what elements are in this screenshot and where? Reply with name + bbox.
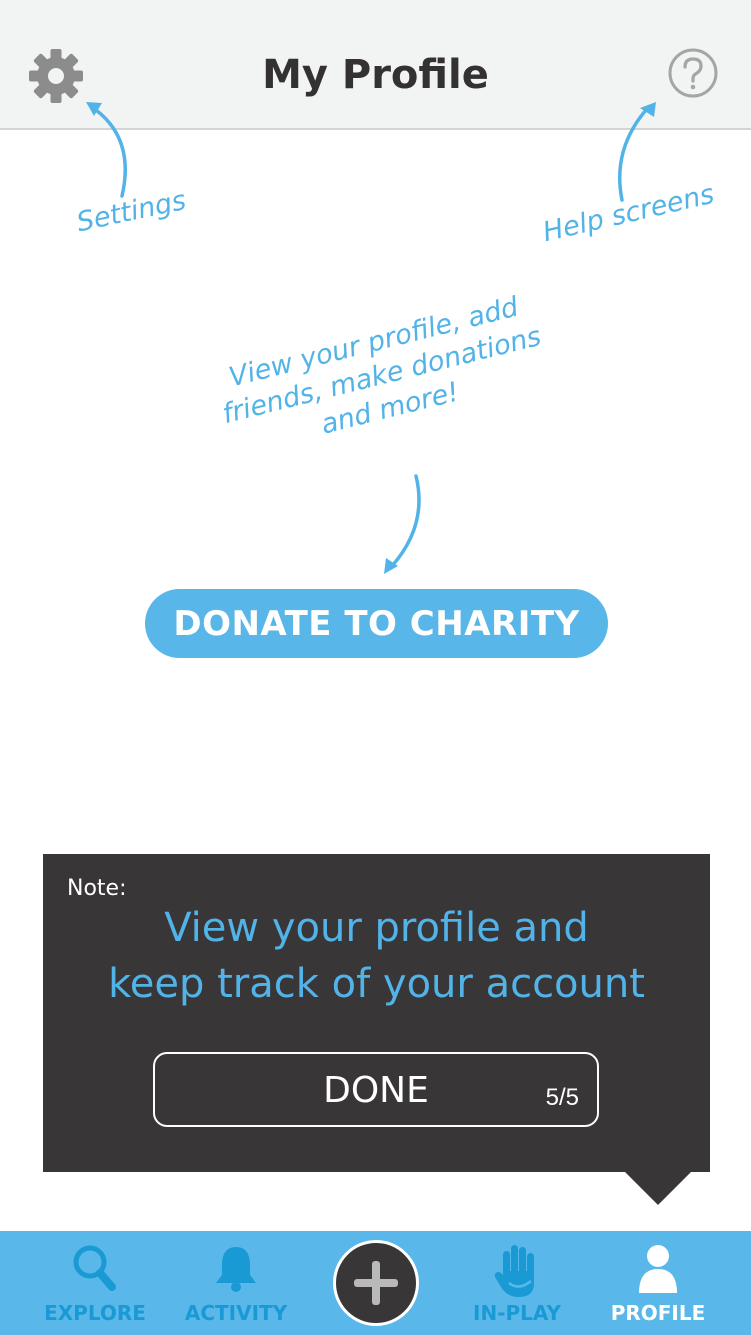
tab-label: EXPLORE bbox=[44, 1301, 146, 1325]
help-button[interactable] bbox=[666, 46, 720, 100]
tab-label: IN-PLAY bbox=[473, 1301, 561, 1325]
note-label: Note: bbox=[67, 876, 127, 901]
help-annotation: Help screens bbox=[540, 178, 718, 249]
step-counter: 5/5 bbox=[545, 1084, 579, 1111]
settings-annotation: Settings bbox=[74, 184, 189, 239]
tab-label: PROFILE bbox=[610, 1301, 706, 1325]
tab-activity[interactable]: ACTIVITY bbox=[166, 1231, 306, 1335]
page-title: My Profile bbox=[262, 52, 489, 98]
top-bar: My Profile bbox=[0, 0, 751, 130]
note-message-line: keep track of your account bbox=[108, 961, 645, 1007]
onboarding-note: Note: View your profile and keep track o… bbox=[43, 854, 710, 1172]
plus-icon bbox=[354, 1261, 398, 1305]
profile-annotation: View your profile, add friends, make don… bbox=[205, 285, 560, 466]
tab-profile[interactable]: PROFILE bbox=[588, 1231, 728, 1335]
tab-explore[interactable]: EXPLORE bbox=[25, 1231, 165, 1335]
done-label: DONE bbox=[323, 1070, 429, 1111]
add-button[interactable] bbox=[333, 1240, 419, 1326]
tab-label: ACTIVITY bbox=[184, 1301, 288, 1325]
note-pointer bbox=[624, 1171, 692, 1205]
note-message-line: View your profile and bbox=[164, 905, 589, 951]
bell-icon bbox=[216, 1247, 256, 1292]
tab-in-play[interactable]: IN-PLAY bbox=[447, 1231, 587, 1335]
done-button[interactable]: DONE 5/5 bbox=[153, 1052, 599, 1127]
question-circle-icon bbox=[668, 48, 718, 98]
note-message: View your profile and keep track of your… bbox=[43, 900, 710, 1012]
hand-icon bbox=[494, 1245, 534, 1297]
search-icon bbox=[73, 1245, 116, 1291]
person-icon bbox=[639, 1245, 677, 1293]
donate-to-charity-button[interactable]: DONATE TO CHARITY bbox=[145, 589, 608, 658]
bottom-nav: EXPLORE ACTIVITY IN-PLAY PROFILE bbox=[0, 1231, 751, 1335]
